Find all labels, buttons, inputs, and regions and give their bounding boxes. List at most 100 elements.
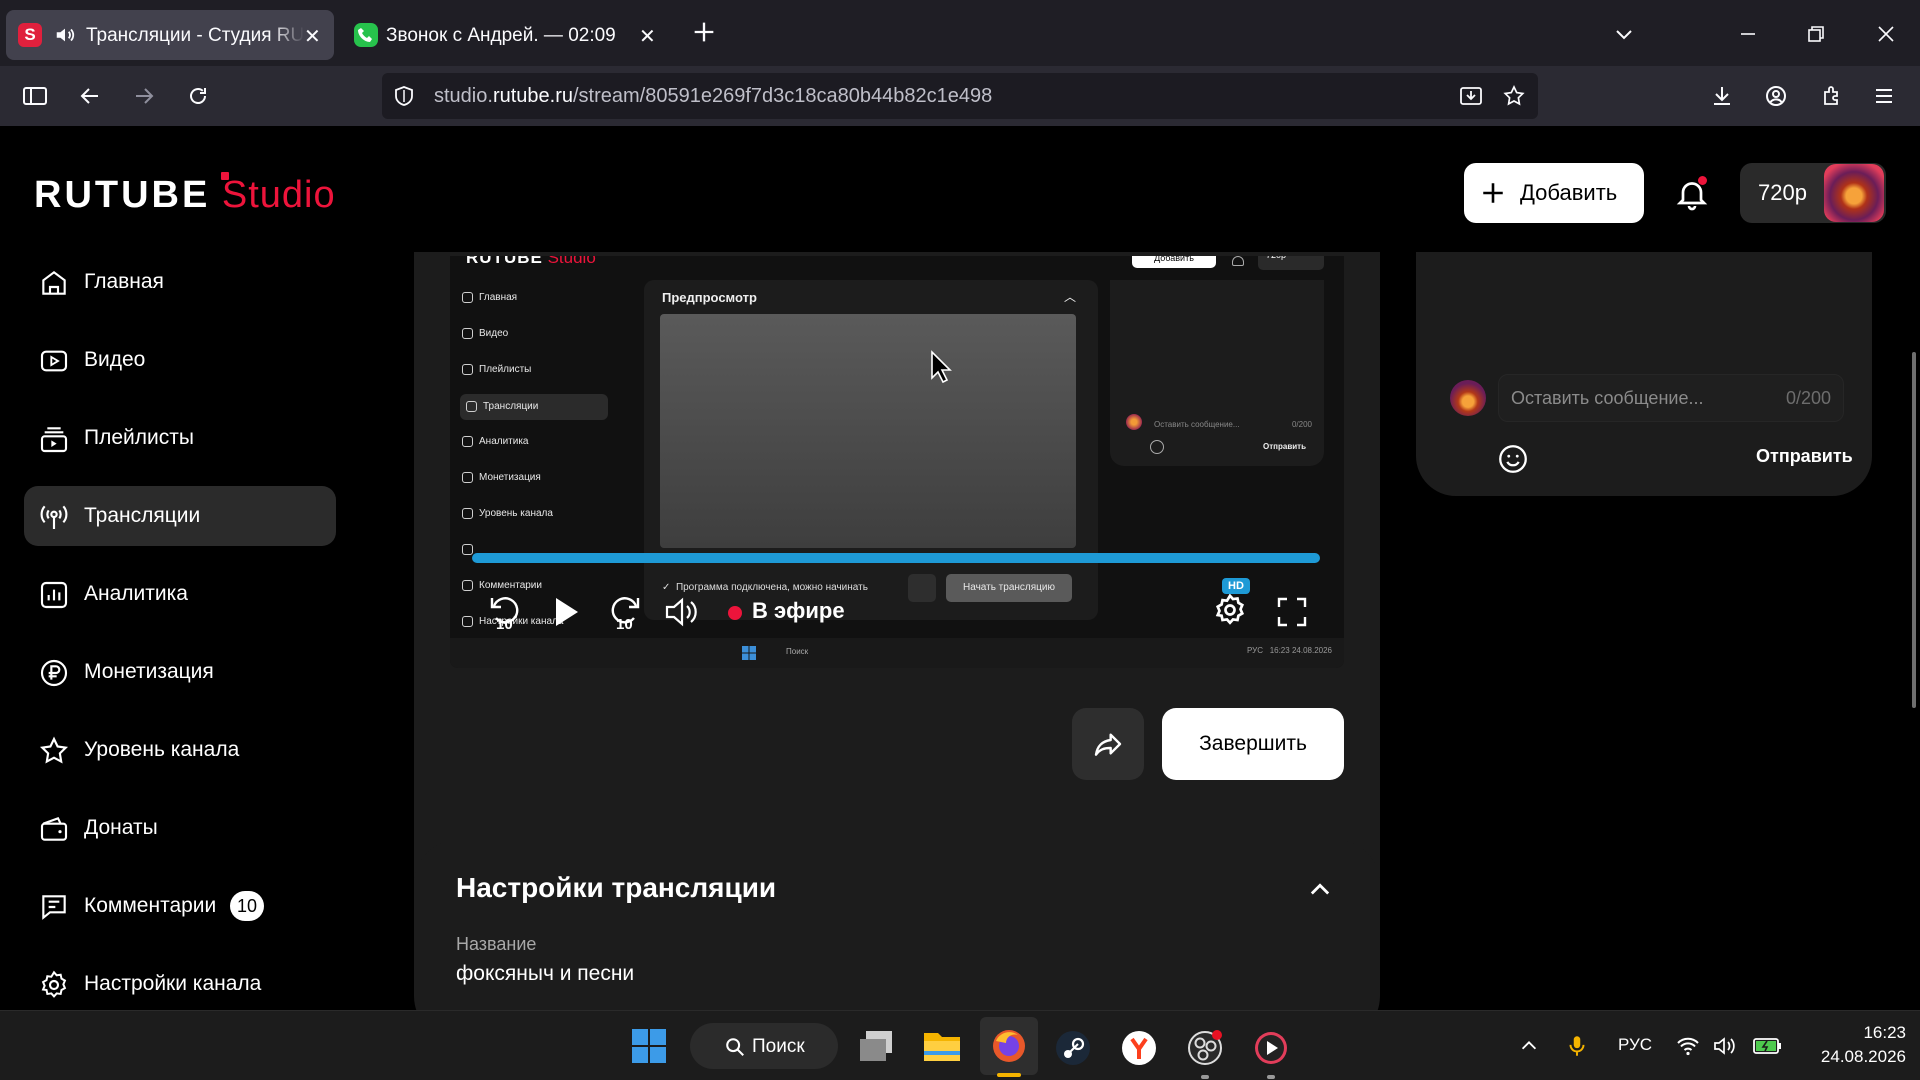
chat-message-input[interactable]: Оставить сообщение... 0/200	[1498, 374, 1844, 422]
page-scrollbar[interactable]	[1912, 352, 1916, 708]
steam-icon[interactable]	[1054, 1029, 1092, 1067]
inner-nav-item-active: Трансляции	[460, 394, 608, 420]
sidebar-item-playlists[interactable]: Плейлисты	[24, 408, 336, 468]
windows-taskbar: Поиск РУС 16:23 24.08.2026	[0, 1010, 1920, 1080]
sidebar-item-monetization[interactable]: Монетизация	[24, 642, 336, 702]
tab-list-chevron-icon[interactable]	[1612, 22, 1636, 46]
reload-icon[interactable]	[186, 84, 210, 108]
sidebar-item-home[interactable]: Главная	[24, 252, 336, 312]
sidebar-item-donations[interactable]: Донаты	[24, 798, 336, 858]
notification-dot	[1698, 176, 1707, 185]
live-indicator	[728, 606, 742, 620]
volume-tray-icon[interactable]	[1712, 1035, 1736, 1057]
studio-page: RUTUBE Studio Добавить 720p Главная Виде…	[0, 126, 1920, 1010]
home-icon	[42, 271, 66, 295]
gear-icon	[41, 970, 67, 998]
play-icon[interactable]	[552, 596, 580, 628]
sidebar-item-broadcasts[interactable]: Трансляции	[24, 486, 336, 546]
inner-start-button: Начать трансляцию	[946, 574, 1072, 602]
inner-quality: 720p	[1258, 256, 1324, 270]
media-player-icon[interactable]	[1252, 1029, 1290, 1067]
language-indicator[interactable]: РУС	[1618, 1035, 1652, 1055]
obs-running-indicator	[1201, 1075, 1209, 1079]
clock-time: 16:23	[1863, 1023, 1906, 1042]
emoji-icon[interactable]	[1496, 442, 1530, 476]
taskbar-clock[interactable]: 16:23 24.08.2026	[1806, 1021, 1906, 1069]
finish-stream-button[interactable]: Завершить	[1162, 708, 1344, 780]
phone-call-icon	[354, 23, 378, 47]
battery-charging-icon[interactable]	[1752, 1035, 1782, 1057]
inner-status: ✓ Программа подключена, можно начинать	[662, 582, 868, 593]
account-icon[interactable]	[1764, 84, 1788, 108]
stream-name-value[interactable]: фоксяныч и песни	[456, 962, 634, 986]
task-view-icon[interactable]	[858, 1029, 896, 1063]
share-arrow-icon	[1094, 733, 1122, 756]
sidebar-item-channel-settings[interactable]: Настройки канала	[24, 954, 336, 1010]
close-tab-icon[interactable]: ✕	[639, 24, 656, 49]
sidebar-item-channel-level[interactable]: Уровень канала	[24, 720, 336, 780]
menu-icon[interactable]	[1872, 84, 1896, 108]
analytics-icon	[40, 581, 68, 609]
minimize-icon[interactable]	[1736, 22, 1760, 46]
rewind-10-icon[interactable]: 10	[486, 592, 522, 632]
star-icon	[39, 736, 69, 764]
sidebar-item-label: Плейлисты	[84, 426, 194, 449]
obs-studio-icon[interactable]	[1186, 1029, 1224, 1067]
tab-rutube-studio[interactable]: S Трансляции - Студия RUTUBE ✕	[6, 10, 334, 60]
shield-icon[interactable]	[392, 84, 416, 108]
inner-nav-item: Главная	[462, 292, 517, 303]
sidebar-item-video[interactable]: Видео	[24, 330, 336, 390]
inner-bell-icon	[1232, 256, 1244, 266]
sidebar-item-comments[interactable]: Комментарии 10	[24, 876, 336, 936]
windows-start-icon[interactable]	[632, 1029, 666, 1063]
new-tab-icon[interactable]	[690, 18, 718, 46]
forward-icon[interactable]	[132, 84, 156, 108]
rutube-studio-icon: S	[18, 23, 42, 47]
stream-settings-card: Настройки трансляции Название фоксяныч и…	[414, 840, 1380, 1010]
volume-icon[interactable]	[664, 596, 702, 628]
extensions-icon[interactable]	[1820, 84, 1844, 108]
save-page-icon[interactable]	[1458, 84, 1484, 108]
microphone-icon[interactable]	[1564, 1033, 1590, 1059]
broadcast-icon	[40, 505, 68, 529]
browser-tab-bar: S Трансляции - Студия RUTUBE ✕ Звонок с …	[0, 0, 1920, 66]
quality-label: 720p	[1758, 180, 1807, 205]
taskbar-search[interactable]: Поиск	[690, 1023, 838, 1069]
restore-icon[interactable]	[1804, 22, 1828, 46]
share-button[interactable]	[1072, 708, 1144, 780]
inner-chat: Оставить сообщение... 0/200 Отправить	[1110, 280, 1324, 466]
ruble-icon	[40, 659, 68, 687]
close-window-icon[interactable]	[1874, 22, 1898, 46]
add-button[interactable]: Добавить	[1464, 163, 1644, 223]
inner-nav-item: Уровень канала	[462, 508, 553, 519]
sidebar-item-label: Главная	[84, 270, 164, 293]
tray-chevron-up-icon[interactable]	[1518, 1035, 1540, 1057]
rutube-studio-logo[interactable]: RUTUBE Studio	[34, 172, 336, 217]
downloads-icon[interactable]	[1710, 84, 1734, 108]
speaker-icon[interactable]	[54, 24, 76, 46]
stream-player[interactable]: RUTUBE Studio Добавить 720p Главная Виде…	[450, 256, 1344, 668]
file-explorer-icon[interactable]	[922, 1029, 962, 1063]
chat-placeholder: Оставить сообщение...	[1511, 388, 1704, 408]
forward-10-icon[interactable]: 10	[608, 592, 644, 632]
stream-progress-bar[interactable]	[472, 553, 1320, 563]
chat-send-button[interactable]: Отправить	[1756, 446, 1853, 467]
collapse-chevron-icon[interactable]	[1306, 876, 1334, 904]
yandex-browser-icon[interactable]	[1120, 1029, 1158, 1067]
tab-title: Звонок с Андрей. — 02:09	[386, 25, 616, 46]
live-label: В эфире	[752, 598, 845, 623]
wifi-icon[interactable]	[1676, 1035, 1700, 1057]
bookmark-star-icon[interactable]	[1502, 84, 1526, 108]
plus-icon	[1483, 183, 1503, 203]
avatar[interactable]	[1824, 164, 1884, 222]
address-bar[interactable]: studio.rutube.ru/stream/80591e269f7d3c18…	[382, 73, 1538, 119]
back-icon[interactable]	[78, 84, 102, 108]
sidebar-item-analytics[interactable]: Аналитика	[24, 564, 336, 624]
profile-menu[interactable]: 720p	[1740, 163, 1886, 223]
tab-call[interactable]: Звонок с Андрей. — 02:09 ✕	[342, 10, 672, 60]
sidebar-toggle-icon[interactable]	[22, 84, 48, 108]
firefox-icon[interactable]	[990, 1027, 1028, 1065]
player-settings-icon[interactable]	[1212, 592, 1248, 628]
fullscreen-icon[interactable]	[1276, 596, 1308, 628]
close-tab-icon[interactable]: ✕	[304, 24, 321, 49]
